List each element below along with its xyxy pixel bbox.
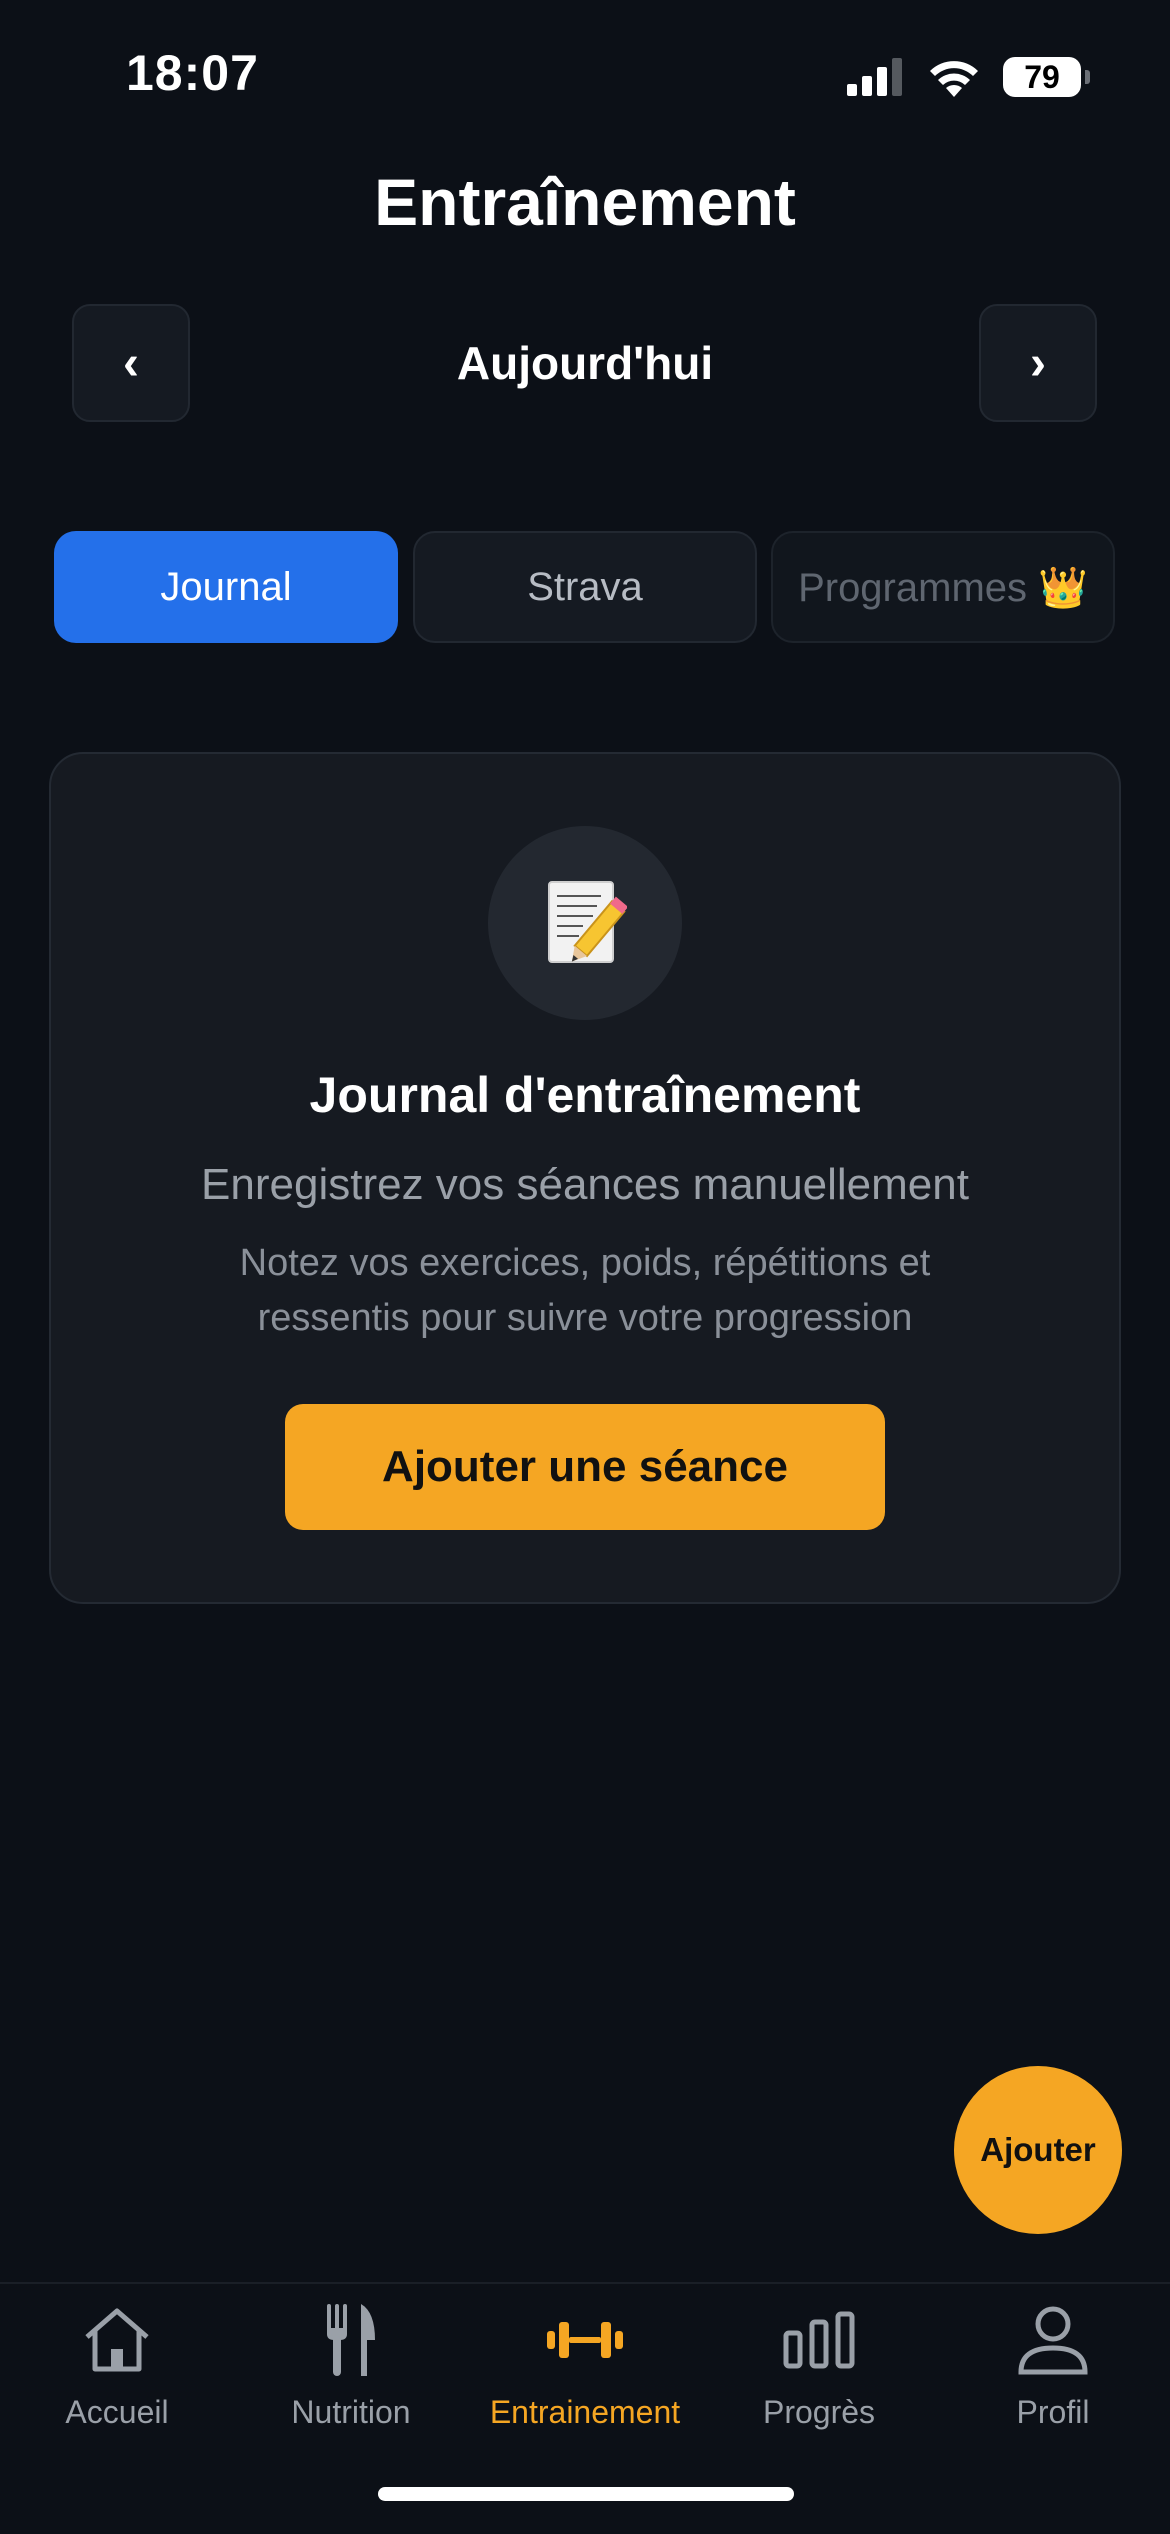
add-fab-button[interactable]: Ajouter bbox=[954, 2066, 1122, 2234]
status-time: 18:07 bbox=[126, 45, 259, 101]
nav-item-profil[interactable]: Profil bbox=[936, 2300, 1170, 2431]
date-label: Aujourd'hui bbox=[456, 337, 714, 389]
card-description-line-1: Notez vos exercices, poids, répétitions … bbox=[239, 1242, 931, 1284]
card-subtitle: Enregistrez vos séances manuellement bbox=[201, 1160, 969, 1209]
wifi-icon bbox=[930, 61, 978, 97]
page-title: Entraînement bbox=[374, 165, 796, 239]
card-description: Notez vos exercices, poids, répétitions … bbox=[160, 1236, 1010, 1346]
memo-icon bbox=[548, 881, 627, 963]
bar-chart-icon bbox=[783, 2311, 855, 2369]
status-icons: 79 bbox=[847, 52, 1090, 102]
nav-label-entrainement: Entrainement bbox=[489, 2394, 681, 2430]
nav-label-profil: Profil bbox=[1016, 2394, 1090, 2430]
nav-item-nutrition[interactable]: Nutrition bbox=[234, 2300, 468, 2431]
card-title: Journal d'entraînement bbox=[309, 1067, 861, 1123]
tab-programmes[interactable]: Programmes 👑 bbox=[771, 531, 1115, 643]
nav-label-accueil: Accueil bbox=[65, 2394, 169, 2430]
nav-item-progres[interactable]: Progrès bbox=[702, 2300, 936, 2431]
dumbbell-icon bbox=[547, 2322, 623, 2358]
tab-strava[interactable]: Strava bbox=[413, 531, 757, 643]
nav-label-nutrition: Nutrition bbox=[291, 2394, 411, 2430]
fork-knife-icon bbox=[327, 2304, 375, 2376]
nav-label-progres: Progrès bbox=[762, 2394, 876, 2430]
nav-item-entrainement[interactable]: Entrainement bbox=[468, 2300, 702, 2431]
home-indicator[interactable] bbox=[378, 2487, 794, 2501]
prev-day-button[interactable]: ‹ bbox=[72, 304, 190, 422]
card-description-line-2: ressentis pour suivre votre progression bbox=[257, 1297, 913, 1339]
next-day-button[interactable]: › bbox=[979, 304, 1097, 422]
battery-cap bbox=[1085, 70, 1090, 84]
battery-indicator: 79 bbox=[1003, 57, 1081, 97]
memo-icon-container bbox=[488, 826, 682, 1020]
user-icon bbox=[1018, 2306, 1088, 2375]
add-session-button[interactable]: Ajouter une séance bbox=[285, 1404, 885, 1530]
nav-item-accueil[interactable]: Accueil bbox=[0, 2300, 234, 2431]
home-icon bbox=[85, 2308, 149, 2372]
cellular-signal-icon bbox=[847, 58, 902, 96]
tab-journal[interactable]: Journal bbox=[54, 531, 398, 643]
